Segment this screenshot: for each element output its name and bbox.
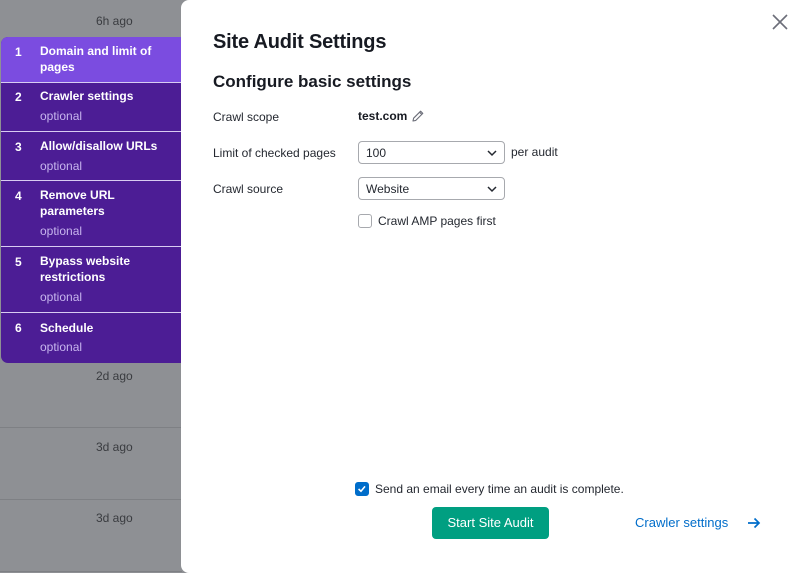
background-timestamp: 3d ago [96,440,133,454]
crawl-source-value: Website [366,182,410,196]
step-number: 2 [15,90,22,104]
background-row: 2d ago [0,356,182,428]
limit-select-value: 100 [366,146,387,160]
step-title: Domain and limit of pages [40,44,152,74]
start-site-audit-button[interactable]: Start Site Audit [432,507,549,539]
step-title: Remove URL parameters [40,188,115,218]
step-number: 1 [15,45,22,59]
step-optional: optional [40,290,83,304]
crawl-scope-value: test.com [358,109,408,123]
step-remove-url-parameters[interactable]: 4 Remove URL parameters optional [1,181,181,247]
site-audit-settings-modal: Site Audit Settings Configure basic sett… [181,0,800,573]
email-checkbox-label[interactable]: Send an email every time an audit is com… [375,482,624,496]
amp-checkbox[interactable] [358,214,372,228]
background-timestamp: 3d ago [96,511,133,525]
step-title: Allow/disallow URLs [40,139,158,153]
modal-title: Site Audit Settings [213,31,387,53]
step-number: 6 [15,321,22,335]
crawler-settings-link[interactable]: Crawler settings [635,515,728,530]
step-domain-limit[interactable]: 1 Domain and limit of pages [1,37,181,83]
background-row: 3d ago [0,500,182,572]
background-timestamp: 2d ago [96,369,133,383]
background-timestamp: 6h ago [96,14,133,28]
pencil-icon[interactable] [411,109,425,123]
amp-checkbox-label[interactable]: Crawl AMP pages first [378,214,496,228]
step-crawler-settings[interactable]: 2 Crawler settings optional [1,83,181,132]
step-schedule[interactable]: 6 Schedule optional [1,313,181,361]
close-icon[interactable] [771,13,789,31]
step-optional: optional [40,340,83,354]
step-number: 3 [15,140,22,154]
section-title: Configure basic settings [213,72,412,91]
chevron-down-icon [487,150,497,157]
limit-select[interactable]: 100 [358,141,505,164]
step-optional: optional [40,159,83,173]
step-bypass-restrictions[interactable]: 5 Bypass website restrictions optional [1,247,181,313]
step-optional: optional [40,224,83,238]
step-title: Bypass website restrictions [40,254,131,284]
step-number: 4 [15,189,22,203]
step-optional: optional [40,109,83,123]
crawl-source-label: Crawl source [213,182,284,196]
step-allow-disallow-urls[interactable]: 3 Allow/disallow URLs optional [1,132,181,181]
step-title: Schedule [40,321,94,335]
settings-stepper: 1 Domain and limit of pages 2 Crawler se… [1,37,181,363]
crawl-scope-label: Crawl scope [213,110,280,124]
step-number: 5 [15,255,22,269]
email-checkbox[interactable] [355,482,369,496]
step-title: Crawler settings [40,89,134,103]
limit-suffix: per audit [511,145,558,159]
background-row: 3d ago [0,428,182,500]
limit-label: Limit of checked pages [213,146,336,160]
crawl-source-select[interactable]: Website [358,177,505,200]
checkmark-icon [358,485,366,493]
chevron-down-icon [487,186,497,193]
arrow-right-icon[interactable] [747,517,761,529]
